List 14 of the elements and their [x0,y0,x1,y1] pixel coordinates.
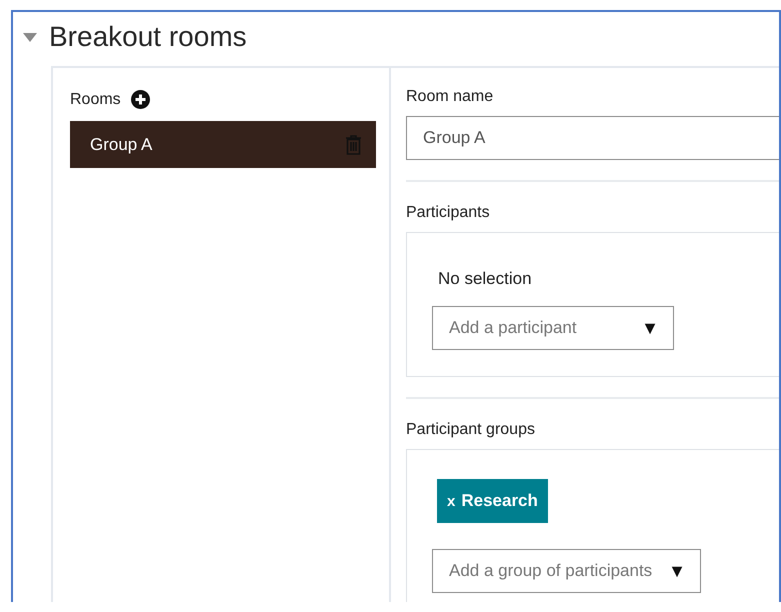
empty-text: No selection [438,269,533,289]
field-label: Participant groups [406,421,536,439]
rooms-label: Rooms [70,90,121,108]
field-label: Room name [406,88,494,106]
tag-label: Research [461,491,538,511]
room-name-field[interactable]: Group A [406,116,779,160]
room-item[interactable]: Group A [70,121,376,168]
participant-dropdown[interactable]: Add a participant ▼ [432,306,674,350]
section-title: Breakout rooms [49,21,247,53]
remove-tag-button[interactable]: x [447,492,456,510]
group-dropdown[interactable]: Add a group of participants ▼ [432,549,701,593]
collapse-arrow-icon[interactable] [23,32,37,42]
add-icon[interactable] [130,90,150,109]
field-label: Participants [406,204,491,222]
